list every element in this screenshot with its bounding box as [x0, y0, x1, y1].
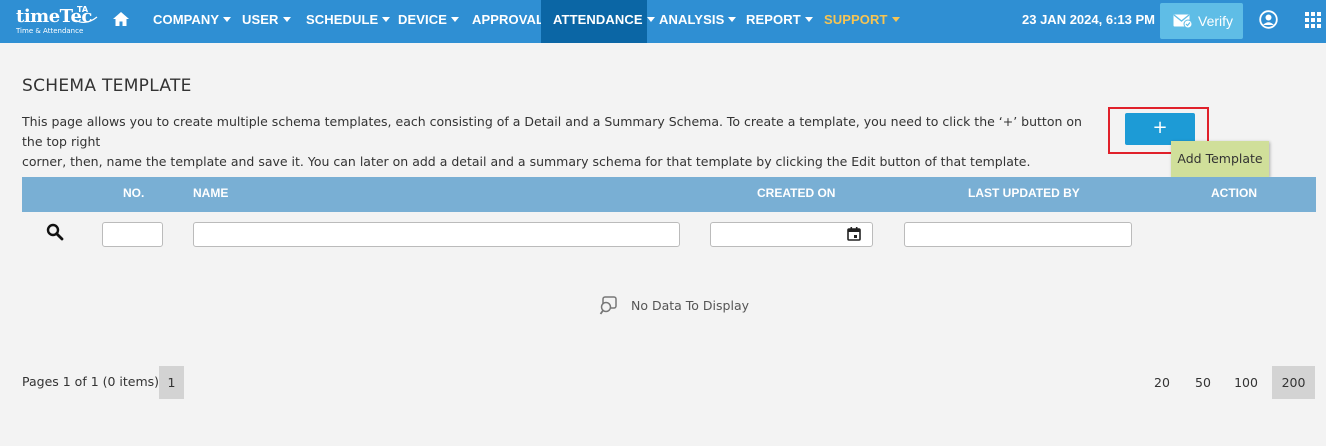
pager-info: Pages 1 of 1 (0 items) — [22, 374, 160, 389]
nav-user[interactable]: USER — [242, 0, 291, 43]
column-header-action: ACTION — [1211, 186, 1257, 200]
logo-swoosh-icon — [74, 16, 98, 23]
nav-support[interactable]: SUPPORT — [824, 0, 900, 43]
verify-label: Verify — [1198, 13, 1234, 29]
nav-analysis[interactable]: ANALYSIS — [659, 0, 737, 43]
timetec-logo[interactable]: timeTec TA Time & Attendance — [14, 5, 98, 37]
top-navbar: timeTec TA Time & Attendance COMPANY USE… — [0, 0, 1326, 43]
chevron-down-icon — [451, 17, 460, 22]
search-icon[interactable] — [46, 223, 64, 241]
nav-device[interactable]: DEVICE — [398, 0, 460, 43]
home-icon[interactable] — [112, 10, 130, 28]
column-header-last-updated-by[interactable]: LAST UPDATED BY — [968, 177, 1080, 210]
chevron-down-icon — [382, 17, 391, 22]
chevron-down-icon — [891, 17, 900, 22]
column-header-name[interactable]: NAME — [193, 177, 228, 210]
nav-attendance[interactable]: ATTENDANCE — [541, 0, 655, 43]
filter-last-updated-by-input[interactable] — [904, 222, 1132, 247]
page-description: This page allows you to create multiple … — [22, 112, 1082, 172]
add-template-tooltip: Add Template — [1171, 141, 1269, 177]
current-datetime: 23 JAN 2024, 6:13 PM — [1022, 12, 1155, 27]
nav-company[interactable]: COMPANY — [153, 0, 232, 43]
page-title: SCHEMA TEMPLATE — [22, 76, 192, 96]
apps-grid-icon[interactable] — [1305, 12, 1321, 28]
page-button-current[interactable]: 1 — [159, 366, 184, 399]
calendar-icon[interactable] — [847, 227, 861, 241]
page-size-option[interactable]: 50 — [1189, 366, 1217, 399]
chevron-down-icon — [282, 17, 291, 22]
description-line: This page allows you to create multiple … — [22, 114, 1082, 149]
chevron-down-icon — [804, 17, 813, 22]
verify-button[interactable]: Verify — [1160, 3, 1243, 39]
table-header: NO. NAME CREATED ON LAST UPDATED BY ACTI… — [22, 177, 1316, 212]
no-data-icon — [599, 296, 617, 315]
filter-name-input[interactable] — [193, 222, 680, 247]
nav-report[interactable]: REPORT — [746, 0, 813, 43]
column-header-created-on[interactable]: CREATED ON — [757, 177, 835, 210]
empty-message: No Data To Display — [631, 298, 749, 313]
filter-no-input[interactable] — [102, 222, 163, 247]
chevron-down-icon — [728, 17, 737, 22]
mail-check-icon — [1173, 14, 1193, 28]
column-header-no[interactable]: NO. — [123, 177, 144, 210]
description-line: corner, then, name the template and save… — [22, 154, 1031, 169]
page-size-option-selected[interactable]: 200 — [1272, 366, 1315, 399]
nav-approval[interactable]: APPROVAL — [472, 0, 544, 43]
page-size-option[interactable]: 100 — [1228, 366, 1264, 399]
chevron-down-icon — [646, 17, 655, 22]
nav-schedule[interactable]: SCHEDULE — [306, 0, 391, 43]
logo-subtitle: Time & Attendance — [16, 27, 84, 35]
page-size-option[interactable]: 20 — [1148, 366, 1176, 399]
chevron-down-icon — [223, 17, 232, 22]
logo-superscript: TA — [77, 5, 89, 14]
user-circle-icon[interactable] — [1259, 10, 1278, 29]
